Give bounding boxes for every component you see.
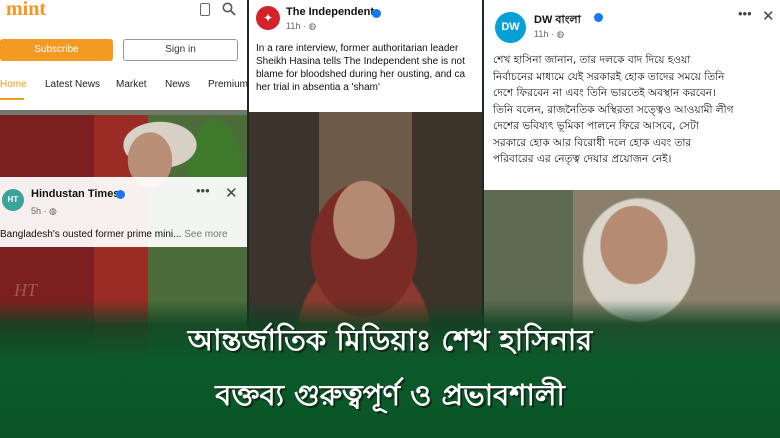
more-options-icon[interactable]: ••• — [738, 6, 752, 21]
page-name[interactable]: DW বাংলা — [534, 11, 581, 30]
dw-post[interactable]: DW DW বাংলা 11h · ◍ ••• ✕ শেখ হাসিনা জান… — [484, 0, 780, 190]
post-text: In a rare interview, former authoritaria… — [256, 43, 466, 93]
nav-premium[interactable]: Premium — [208, 79, 247, 90]
verified-badge-icon — [372, 9, 381, 18]
page-name[interactable]: The Independent — [286, 6, 374, 18]
hindustan-times-post[interactable]: HT Hindustan Times 5h · ◍ ••• ✕ Banglade… — [0, 177, 247, 247]
page-name[interactable]: Hindustan Times — [31, 188, 119, 200]
nav-active-indicator — [0, 98, 24, 100]
more-options-icon[interactable]: ••• — [196, 183, 210, 198]
nav-latest-news[interactable]: Latest News — [45, 79, 100, 90]
mint-nav: Home Latest News Market News Premium — [0, 79, 247, 101]
headline-line-1: আন্তর্জাতিক মিডিয়াঃ শেখ হাসিনার — [187, 323, 593, 357]
hindustan-times-avatar[interactable]: HT — [2, 189, 24, 211]
post-text: Bangladesh's ousted former prime mini...… — [0, 229, 228, 240]
post-time: 5h · ◍ — [31, 206, 57, 216]
close-icon[interactable]: ✕ — [225, 184, 238, 202]
verified-badge-icon — [116, 190, 125, 199]
dw-avatar[interactable]: DW — [495, 12, 526, 43]
post-time: 11h · ◍ — [534, 29, 565, 39]
nav-news[interactable]: News — [165, 79, 190, 90]
mint-logo[interactable]: mint — [6, 0, 46, 21]
close-icon[interactable]: ✕ — [762, 7, 775, 25]
subscribe-button[interactable]: Subscribe — [0, 39, 113, 61]
ht-watermark: HT — [14, 280, 38, 300]
epaper-icon[interactable] — [200, 3, 210, 16]
independent-eagle-icon[interactable]: ✦ — [256, 6, 280, 30]
search-icon[interactable] — [222, 2, 236, 16]
see-more-link[interactable]: See more — [184, 229, 227, 240]
post-time: 11h · ◍ — [286, 21, 317, 31]
mint-header: mint Subscribe Sign in Home Latest News … — [0, 0, 247, 110]
verified-badge-icon — [594, 13, 603, 22]
nav-market[interactable]: Market — [116, 79, 147, 90]
signin-button[interactable]: Sign in — [123, 39, 238, 61]
globe-icon: ◍ — [49, 206, 57, 216]
independent-post[interactable]: ✦ The Independent 11h · ◍ In a rare inte… — [249, 0, 482, 112]
post-text: শেখ হাসিনা জানান, তার দলকে বাদ দিয়ে হওয… — [493, 54, 734, 165]
nav-home[interactable]: Home — [0, 79, 27, 90]
headline-line-2: বক্তব্য গুরুত্বপূর্ণ ও প্রভাবশালী — [215, 378, 565, 412]
globe-icon: ◍ — [308, 21, 317, 31]
globe-icon: ◍ — [556, 29, 565, 39]
